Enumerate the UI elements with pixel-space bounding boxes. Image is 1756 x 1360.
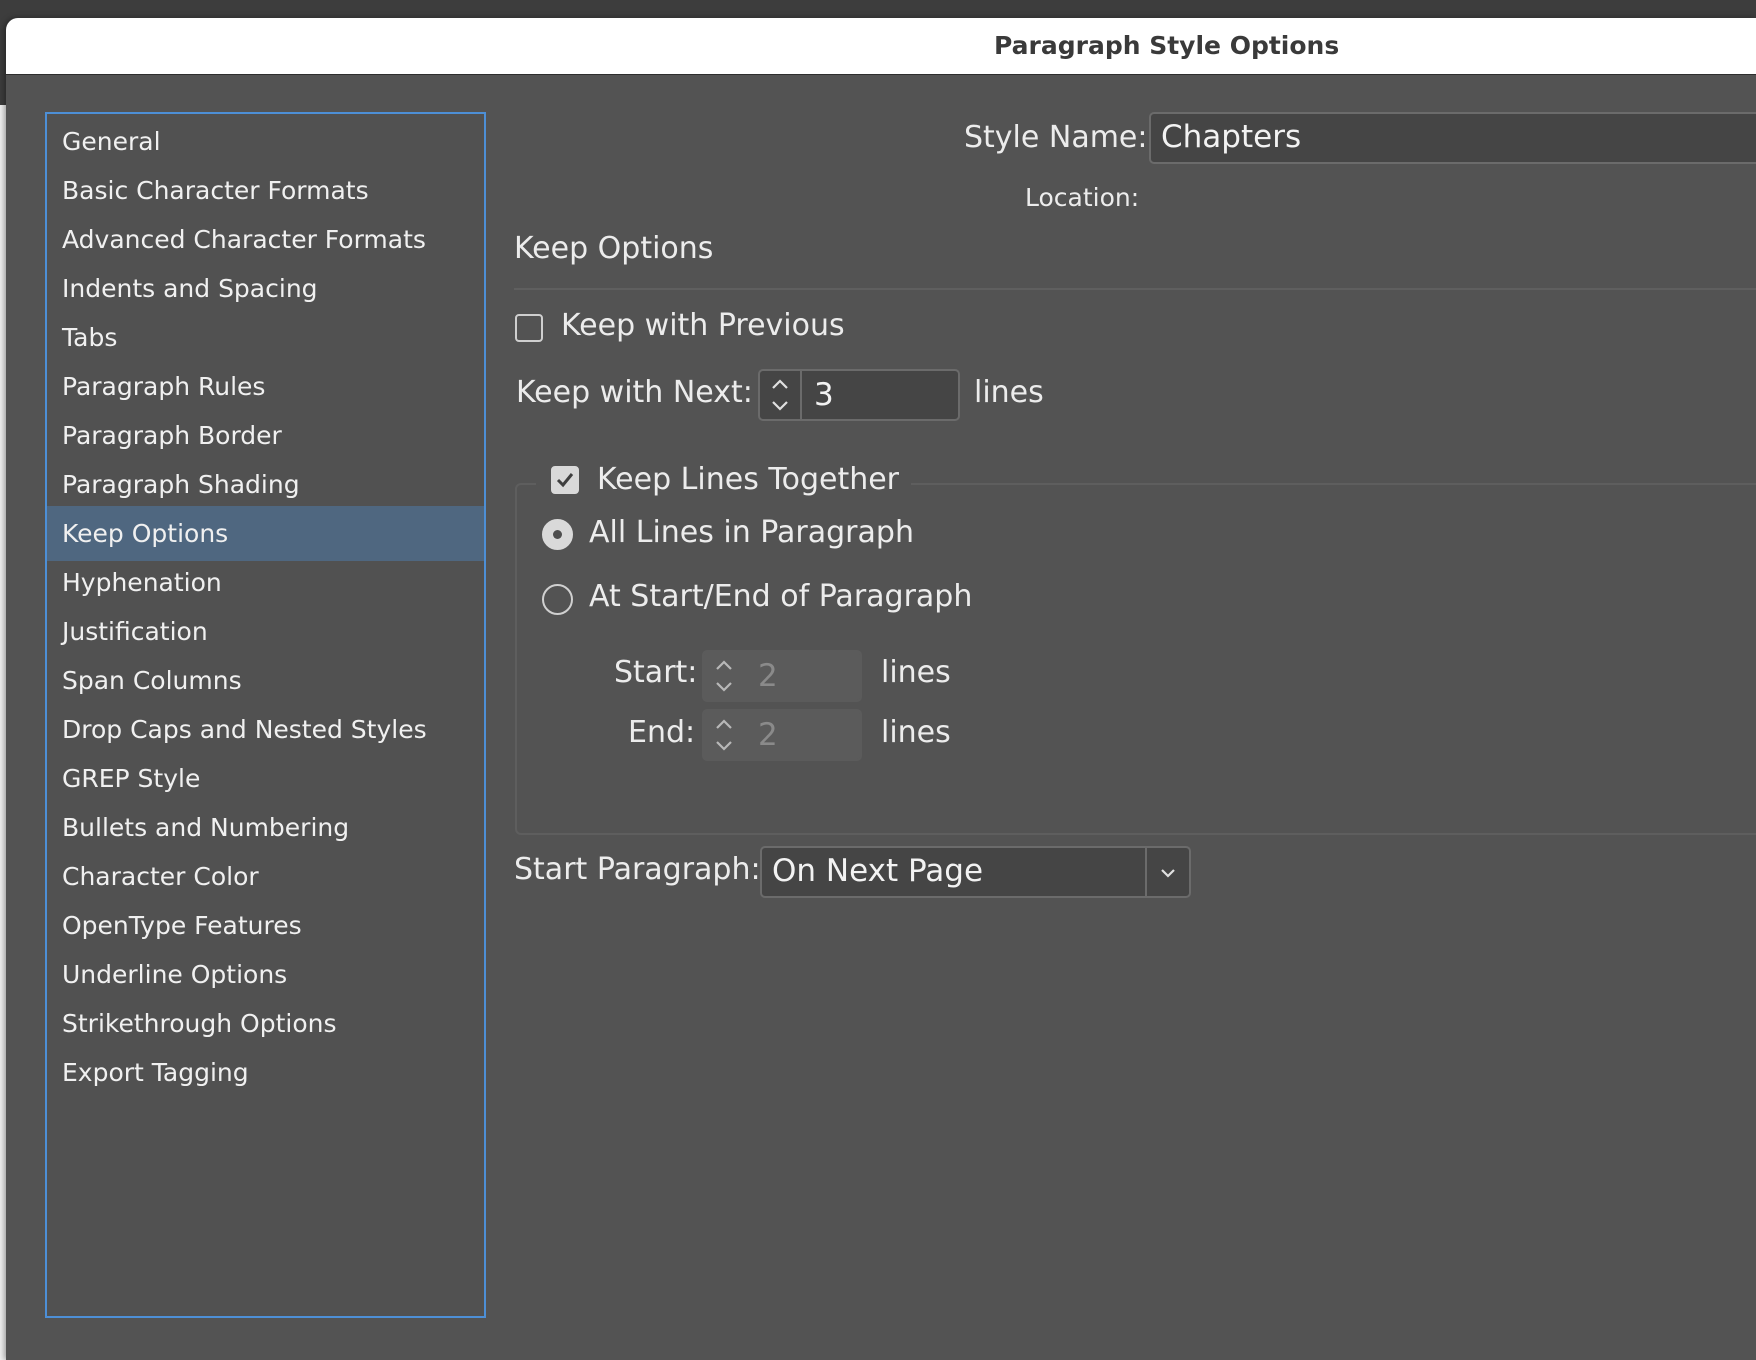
keep-lines-together-label: Keep Lines Together [597,462,900,497]
category-indents-and-spacing[interactable]: Indents and Spacing [47,261,484,316]
end-unit: lines [881,715,951,750]
up-down-chevron-icon[interactable] [704,711,746,759]
at-start-end-label: At Start/End of Paragraph [589,579,973,614]
start-paragraph-label: Start Paragraph: [514,852,761,887]
start-stepper[interactable]: 2 [702,650,862,702]
category-paragraph-shading[interactable]: Paragraph Shading [47,457,484,512]
checkmark-icon [556,473,574,488]
category-advanced-character-formats[interactable]: Advanced Character Formats [47,212,484,267]
category-paragraph-border[interactable]: Paragraph Border [47,408,484,463]
title-bar[interactable]: Paragraph Style Options [6,18,1756,75]
keep-with-previous-checkbox[interactable] [515,314,543,342]
category-span-columns[interactable]: Span Columns [47,653,484,708]
category-drop-caps-and-nested-styles[interactable]: Drop Caps and Nested Styles [47,702,484,757]
up-down-chevron-icon[interactable] [760,371,802,419]
category-export-tagging[interactable]: Export Tagging [47,1045,484,1100]
keep-lines-together-checkbox[interactable] [551,466,579,494]
style-name-value: Chapters [1161,119,1302,155]
keep-with-next-label: Keep with Next: [516,375,753,410]
start-value: 2 [758,658,778,694]
category-paragraph-rules[interactable]: Paragraph Rules [47,359,484,414]
location-label: Location: [1025,183,1140,212]
category-opentype-features[interactable]: OpenType Features [47,898,484,953]
keep-with-next-unit: lines [974,375,1044,410]
category-strikethrough-options[interactable]: Strikethrough Options [47,996,484,1051]
dropdown-button[interactable] [1145,848,1189,896]
category-basic-character-formats[interactable]: Basic Character Formats [47,163,484,218]
keep-with-next-stepper[interactable]: 3 [758,369,960,421]
category-keep-options[interactable]: Keep Options [47,506,484,561]
section-divider [514,288,1756,290]
category-bullets-and-numbering[interactable]: Bullets and Numbering [47,800,484,855]
paragraph-style-options-dialog: Paragraph Style Options General Basic Ch… [6,18,1756,1360]
end-label: End: [628,715,696,750]
start-unit: lines [881,655,951,690]
category-tabs[interactable]: Tabs [47,310,484,365]
category-justification[interactable]: Justification [47,604,484,659]
start-label: Start: [614,655,698,690]
end-stepper[interactable]: 2 [702,709,862,761]
start-paragraph-value: On Next Page [772,853,984,889]
category-character-color[interactable]: Character Color [47,849,484,904]
all-lines-radio[interactable] [542,519,573,550]
style-name-label: Style Name: [964,120,1148,155]
up-down-chevron-icon[interactable] [704,652,746,700]
start-paragraph-dropdown[interactable]: On Next Page [760,846,1191,898]
chevron-down-icon [1161,869,1175,878]
keep-with-next-value: 3 [814,377,834,413]
category-grep-style[interactable]: GREP Style [47,751,484,806]
category-list[interactable]: General Basic Character Formats Advanced… [45,112,486,1318]
at-start-end-radio[interactable] [542,584,573,615]
window-title: Paragraph Style Options [994,31,1340,60]
section-title: Keep Options [514,231,714,266]
style-name-field[interactable]: Chapters [1149,112,1756,164]
category-general[interactable]: General [47,114,484,169]
all-lines-label: All Lines in Paragraph [589,515,914,550]
category-hyphenation[interactable]: Hyphenation [47,555,484,610]
category-underline-options[interactable]: Underline Options [47,947,484,1002]
end-value: 2 [758,717,778,753]
keep-with-previous-label: Keep with Previous [561,308,845,343]
